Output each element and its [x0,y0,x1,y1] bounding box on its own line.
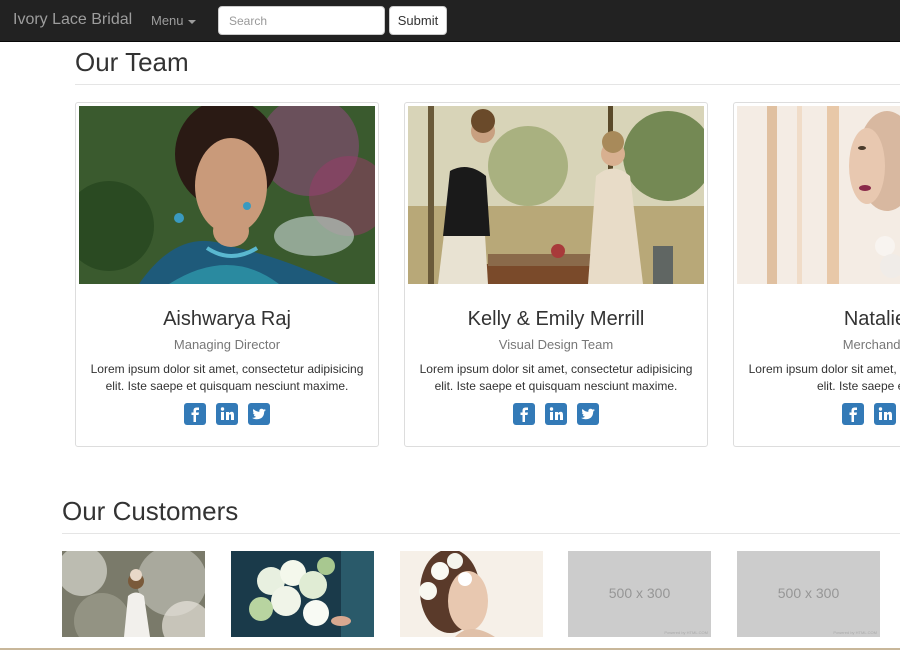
social-links [76,403,378,425]
member-bio: Lorem ipsum dolor sit amet, consectetur … [748,362,900,393]
customer-photo-1[interactable] [62,551,205,637]
member-name: Aishwarya Raj [163,308,291,330]
placeholder-label: 500 x 300 [608,585,671,601]
placeholder-note: Powered by HTML.COM [664,630,708,635]
member-role: Managing Director [173,337,281,352]
team-heading: Our Team [75,47,189,77]
customer-photo-2[interactable] [231,551,374,637]
member-name: Kelly & Emily Merrill [467,308,645,330]
customer-photo-3[interactable] [400,551,543,637]
menu-label: Menu [151,13,184,28]
team-photo-1 [79,106,375,284]
placeholder-note: Powered by HTML.COM [833,630,877,635]
linkedin-icon[interactable] [545,403,567,425]
search-input[interactable] [218,6,385,35]
team-card-3: Natalie H Merchandising Lorem ipsum dolo… [733,102,900,447]
facebook-icon[interactable] [184,403,206,425]
placeholder-label: 500 x 300 [777,585,840,601]
team-photo-2 [408,106,704,284]
team-card-1: Aishwarya Raj Managing Director Lorem ip… [75,102,379,447]
brand-link[interactable]: Ivory Lace Bridal [13,11,132,29]
facebook-icon[interactable] [842,403,864,425]
customer-placeholder-1[interactable]: 500 x 300 Powered by HTML.COM [568,551,711,637]
menu-dropdown[interactable]: Menu [151,13,196,28]
twitter-icon[interactable] [248,403,270,425]
customers-divider [62,533,900,534]
member-name: Natalie H [843,308,900,330]
linkedin-icon[interactable] [216,403,238,425]
twitter-icon[interactable] [577,403,599,425]
member-role: Visual Design Team [498,337,614,352]
member-bio: Lorem ipsum dolor sit amet, consectetur … [90,362,364,393]
linkedin-icon[interactable] [874,403,896,425]
team-card-2: Kelly & Emily Merrill Visual Design Team… [404,102,708,447]
submit-button[interactable]: Submit [389,6,447,35]
social-links [405,403,707,425]
member-role: Merchandising [842,337,900,352]
customers-heading: Our Customers [62,496,239,526]
caret-down-icon [187,19,196,24]
social-links [734,403,900,425]
team-divider [75,84,900,85]
team-photo-3 [737,106,900,284]
member-bio: Lorem ipsum dolor sit amet, consectetur … [419,362,693,393]
customer-placeholder-2[interactable]: 500 x 300 Powered by HTML.COM [737,551,880,637]
navbar: Ivory Lace Bridal Menu Submit [0,0,900,42]
facebook-icon[interactable] [513,403,535,425]
